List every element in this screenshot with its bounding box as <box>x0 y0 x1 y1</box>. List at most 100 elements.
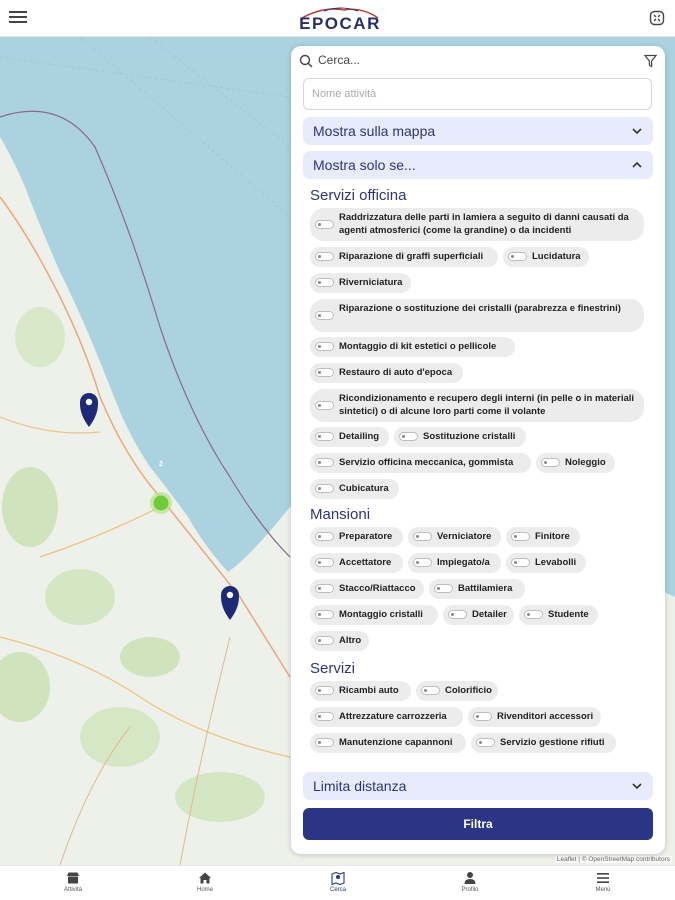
toggle-icon <box>315 401 334 410</box>
chip-raddrizzatura[interactable]: Raddrizzatura delle parti in lamiera a s… <box>310 208 644 241</box>
map-attribution: Leaflet | © OpenStreetMap contributors <box>554 856 672 863</box>
epocar-logo[interactable]: EPOCAR <box>296 6 384 34</box>
nav-item-profilo[interactable]: Profilo <box>440 869 500 899</box>
chip-ricondizionamento[interactable]: Ricondizionamento e recupero degli inter… <box>310 389 644 422</box>
chip-lucidatura[interactable]: Lucidatura <box>503 247 589 267</box>
map-pin-icon <box>331 871 345 885</box>
toggle-icon <box>315 738 334 747</box>
chip-officina-meccanica[interactable]: Servizio officina meccanica, gommista <box>310 453 531 473</box>
chip-cubicatura[interactable]: Cubicatura <box>310 479 399 499</box>
nav-item-menu[interactable]: Menù <box>573 869 633 899</box>
toggle-icon <box>315 311 334 320</box>
cluster-count: 2 <box>159 461 163 468</box>
section-title-mansioni: Mansioni <box>310 506 371 523</box>
show-on-map-accordion[interactable]: Mostra sulla mappa <box>303 117 653 145</box>
toggle-icon <box>473 712 492 721</box>
home-icon <box>199 872 211 884</box>
chevron-up-icon <box>632 161 642 168</box>
chip-riparazione-cristalli[interactable]: Riparazione o sostituzione dei cristalli… <box>310 299 644 332</box>
toggle-icon <box>476 738 495 747</box>
shop-icon <box>67 872 79 884</box>
toggle-icon <box>315 532 334 541</box>
toggle-icon <box>413 532 432 541</box>
show-only-if-accordion[interactable]: Mostra solo se... <box>303 151 653 179</box>
chip-levabolli[interactable]: Levabolli <box>506 553 586 573</box>
chip-gestione-rifiuti[interactable]: Servizio gestione rifiuti <box>471 733 616 753</box>
chip-riverniciatura[interactable]: Riverniciatura <box>310 273 411 293</box>
chip-attrezzature-carrozzeria[interactable]: Attrezzature carrozzeria <box>310 707 463 727</box>
nav-item-home[interactable]: Home <box>175 869 235 899</box>
activity-name-input[interactable] <box>303 78 652 110</box>
chip-manutenzione-capannoni[interactable]: Manutenzione capannoni <box>310 733 466 753</box>
toggle-icon <box>315 558 334 567</box>
toggle-icon <box>399 432 418 441</box>
toggle-icon <box>421 686 440 695</box>
app-header: EPOCAR <box>0 0 675 37</box>
toggle-icon <box>315 636 334 645</box>
chevron-down-icon <box>632 783 642 790</box>
chip-montaggio-cristalli[interactable]: Montaggio cristalli <box>310 605 438 625</box>
chip-finitore[interactable]: Finitore <box>506 527 580 547</box>
toggle-icon <box>315 458 334 467</box>
accordion-label: Mostra solo se... <box>313 157 416 173</box>
toggle-icon <box>413 558 432 567</box>
chip-altro[interactable]: Altro <box>310 631 369 651</box>
logo-text: EPOCAR <box>299 14 381 33</box>
toggle-icon <box>315 278 334 287</box>
filter-panel: Cerca... Mostra sulla mappa Mostra solo … <box>291 46 665 854</box>
accordion-label: Mostra sulla mappa <box>313 123 436 139</box>
chip-ricambi-auto[interactable]: Ricambi auto <box>310 681 411 701</box>
search-placeholder: Cerca... <box>318 53 361 67</box>
toggle-icon <box>315 686 334 695</box>
chip-detailing[interactable]: Detailing <box>310 427 389 447</box>
chip-preparatore[interactable]: Preparatore <box>310 527 403 547</box>
toggle-icon <box>511 532 530 541</box>
funnel-icon[interactable] <box>644 54 657 68</box>
toggle-icon <box>315 584 334 593</box>
menu-icon <box>597 873 609 883</box>
toggle-icon <box>315 252 334 261</box>
chip-colorificio[interactable]: Colorificio <box>416 681 498 701</box>
toggle-icon <box>524 610 543 619</box>
toggle-icon <box>511 558 530 567</box>
chevron-down-icon <box>632 128 642 135</box>
toggle-icon <box>434 584 453 593</box>
toggle-icon <box>315 484 334 493</box>
nav-item-attivita[interactable]: Attività <box>43 869 103 899</box>
chip-stacco-riattacco[interactable]: Stacco/Riattacco <box>310 579 424 599</box>
toggle-icon <box>315 610 334 619</box>
chip-kit-estetici[interactable]: Montaggio di kit estetici o pellicole <box>310 337 515 357</box>
chip-noleggio[interactable]: Noleggio <box>536 453 615 473</box>
toggle-icon <box>315 220 334 229</box>
chip-sostituzione-cristalli[interactable]: Sostituzione cristalli <box>394 427 526 447</box>
fullscreen-icon[interactable] <box>649 10 665 26</box>
toggle-icon <box>448 610 467 619</box>
marker-cluster[interactable] <box>150 492 172 514</box>
toggle-icon <box>541 458 560 467</box>
search-icon <box>299 54 313 68</box>
toggle-icon <box>315 432 334 441</box>
accordion-label: Limita distanza <box>313 778 407 794</box>
chip-detailer[interactable]: Detailer <box>443 605 514 625</box>
section-title-servizi-officina: Servizi officina <box>310 187 407 204</box>
nav-item-cerca[interactable]: Cerca <box>308 869 368 899</box>
limit-distance-accordion[interactable]: Limita distanza <box>303 772 653 800</box>
chip-restauro[interactable]: Restauro di auto d'epoca <box>310 363 463 383</box>
chip-accettatore[interactable]: Accettatore <box>310 553 403 573</box>
toggle-icon <box>508 252 527 261</box>
chip-verniciatore[interactable]: Verniciatore <box>408 527 501 547</box>
toggle-icon <box>315 368 334 377</box>
filter-button[interactable]: Filtra <box>303 808 653 840</box>
bottom-navigation: Attività Home Cerca Profilo Menù <box>0 865 675 900</box>
chip-battilamiera[interactable]: Battilamiera <box>429 579 525 599</box>
chip-rivenditori-accessori[interactable]: Rivenditori accessori <box>468 707 601 727</box>
hamburger-icon[interactable] <box>9 9 27 25</box>
user-icon <box>464 872 476 884</box>
search-bar[interactable]: Cerca... <box>299 52 657 72</box>
toggle-icon <box>315 342 334 351</box>
chip-riparazione-graffi[interactable]: Riparazione di graffi superficiali <box>310 247 498 267</box>
chip-studente[interactable]: Studente <box>519 605 598 625</box>
toggle-icon <box>315 712 334 721</box>
chip-impiegato[interactable]: Impiegato/a <box>408 553 501 573</box>
section-title-servizi: Servizi <box>310 660 356 677</box>
